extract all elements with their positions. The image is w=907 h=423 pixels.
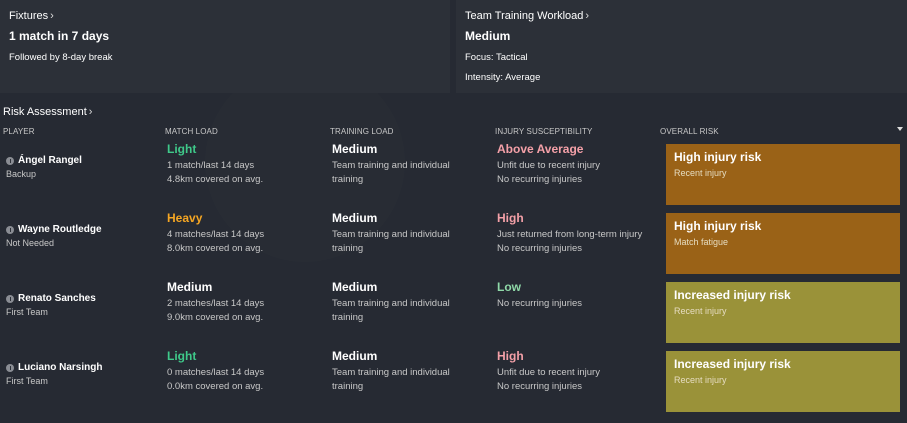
overall-risk-value: High injury risk	[674, 219, 762, 233]
player-role: Backup	[6, 169, 37, 179]
column-header-match-load[interactable]: MATCH LOAD	[165, 127, 218, 136]
injury-susceptibility-value: Above Average	[497, 142, 584, 156]
overall-risk-value: Increased injury risk	[674, 357, 791, 371]
match-load-value: Heavy	[167, 211, 203, 225]
training-load-value: Medium	[332, 280, 378, 294]
training-load-cell: Medium Team training and individual train…	[332, 349, 450, 394]
training-title-link[interactable]: Team Training Workload ›	[465, 10, 589, 22]
chevron-right-icon: ›	[585, 10, 590, 22]
overall-risk-reason: Match fatigue	[674, 237, 729, 247]
overall-risk-reason: Recent injury	[674, 168, 727, 178]
player-name[interactable]: Ángel Rangel	[18, 155, 82, 166]
match-load-value: Light	[167, 142, 197, 156]
injury-susceptibility-cell: Above Average Unfit due to recent injury…	[497, 142, 600, 187]
player-risk-row[interactable]: Ángel Rangel Backup Light 1 match/last 1…	[0, 138, 907, 207]
training-intensity: Intensity: Average	[465, 72, 541, 83]
match-load-cell: Heavy 4 matches/last 14 days 8.0km covere…	[167, 211, 264, 256]
player-name-wrap[interactable]: Luciano Narsingh	[6, 362, 102, 373]
risk-assessment-title-link[interactable]: Risk Assessment ›	[3, 106, 92, 118]
injury-susceptibility-detail: Unfit due to recent injury No recurring i…	[497, 367, 600, 392]
info-icon[interactable]	[6, 363, 14, 372]
injury-susceptibility-value: High	[497, 349, 524, 363]
training-headline: Medium	[465, 29, 511, 43]
match-load-detail: 2 matches/last 14 days 9.0km covered on a…	[167, 298, 265, 323]
fixtures-card[interactable]: Fixtures › 1 match in 7 days Followed by …	[0, 0, 450, 93]
overall-risk-box[interactable]: High injury risk Match fatigue	[666, 213, 900, 274]
player-role: First Team	[6, 376, 48, 386]
overall-risk-value: Increased injury risk	[674, 288, 791, 302]
column-header-injury-susceptibility[interactable]: INJURY SUSCEPTIBILITY	[495, 127, 592, 136]
overall-risk-value: High injury risk	[674, 150, 762, 164]
player-role: First Team	[6, 307, 48, 317]
overall-risk-box[interactable]: Increased injury risk Recent injury	[666, 351, 900, 412]
fixtures-detail: Followed by 8-day break	[9, 52, 113, 63]
fixtures-title-link[interactable]: Fixtures ›	[9, 10, 54, 22]
injury-susceptibility-value: Low	[497, 280, 521, 294]
overall-risk-box[interactable]: High injury risk Recent injury	[666, 144, 900, 205]
training-load-value: Medium	[332, 142, 378, 156]
overall-risk-reason: Recent injury	[674, 375, 727, 385]
injury-susceptibility-cell: Low No recurring injuries	[497, 280, 582, 311]
injury-susceptibility-detail: No recurring injuries	[497, 298, 583, 309]
injury-susceptibility-cell: High Unfit due to recent injury No recurr…	[497, 349, 600, 394]
training-load-cell: Medium Team training and individual train…	[332, 211, 450, 256]
column-header-overall-risk[interactable]: OVERALL RISK	[660, 127, 719, 136]
column-header-player[interactable]: PLAYER	[3, 127, 35, 136]
training-load-detail: Team training and individual training	[332, 160, 450, 185]
injury-susceptibility-cell: High Just returned from long-term injury…	[497, 211, 642, 256]
info-icon[interactable]	[6, 294, 14, 303]
training-load-cell: Medium Team training and individual train…	[332, 280, 450, 325]
training-focus: Focus: Tactical	[465, 52, 528, 63]
training-load-detail: Team training and individual training	[332, 229, 450, 254]
match-load-value: Medium	[167, 280, 213, 294]
player-risk-row[interactable]: Luciano Narsingh First Team Light 0 matc…	[0, 345, 907, 414]
training-load-detail: Team training and individual training	[332, 298, 450, 323]
match-load-cell: Light 0 matches/last 14 days 0.0km covere…	[167, 349, 264, 394]
player-name[interactable]: Wayne Routledge	[18, 224, 102, 235]
match-load-detail: 4 matches/last 14 days 8.0km covered on a…	[167, 229, 265, 254]
column-header-training-load[interactable]: TRAINING LOAD	[330, 127, 394, 136]
info-icon[interactable]	[6, 156, 14, 165]
sort-descending-icon[interactable]	[897, 127, 903, 131]
player-risk-row[interactable]: Wayne Routledge Not Needed Heavy 4 match…	[0, 207, 907, 276]
training-workload-card[interactable]: Team Training Workload › Medium Focus: Ta…	[456, 0, 907, 93]
chevron-right-icon: ›	[50, 10, 54, 22]
training-load-cell: Medium Team training and individual train…	[332, 142, 450, 187]
player-role: Not Needed	[6, 238, 55, 248]
info-icon[interactable]	[6, 225, 14, 234]
fixtures-headline: 1 match in 7 days	[9, 29, 110, 43]
injury-susceptibility-detail: Unfit due to recent injury No recurring i…	[497, 160, 600, 185]
match-load-cell: Medium 2 matches/last 14 days 9.0km cover…	[167, 280, 264, 325]
match-load-value: Light	[167, 349, 197, 363]
player-name[interactable]: Renato Sanches	[18, 293, 96, 304]
player-risk-row[interactable]: Renato Sanches First Team Medium 2 match…	[0, 276, 907, 345]
player-name-wrap[interactable]: Renato Sanches	[6, 293, 96, 304]
overall-risk-reason: Recent injury	[674, 306, 727, 316]
match-load-cell: Light 1 match/last 14 days 4.8km covered …	[167, 142, 263, 187]
player-name-wrap[interactable]: Ángel Rangel	[6, 155, 82, 166]
player-name-wrap[interactable]: Wayne Routledge	[6, 224, 102, 235]
injury-susceptibility-value: High	[497, 211, 524, 225]
training-load-detail: Team training and individual training	[332, 367, 450, 392]
match-load-detail: 0 matches/last 14 days 0.0km covered on a…	[167, 367, 265, 392]
injury-susceptibility-detail: Just returned from long-term injury No re…	[497, 229, 643, 254]
training-load-value: Medium	[332, 349, 378, 363]
player-name[interactable]: Luciano Narsingh	[18, 362, 102, 373]
match-load-detail: 1 match/last 14 days 4.8km covered on avg…	[167, 160, 264, 185]
chevron-right-icon: ›	[88, 106, 93, 118]
overall-risk-box[interactable]: Increased injury risk Recent injury	[666, 282, 900, 343]
training-load-value: Medium	[332, 211, 378, 225]
